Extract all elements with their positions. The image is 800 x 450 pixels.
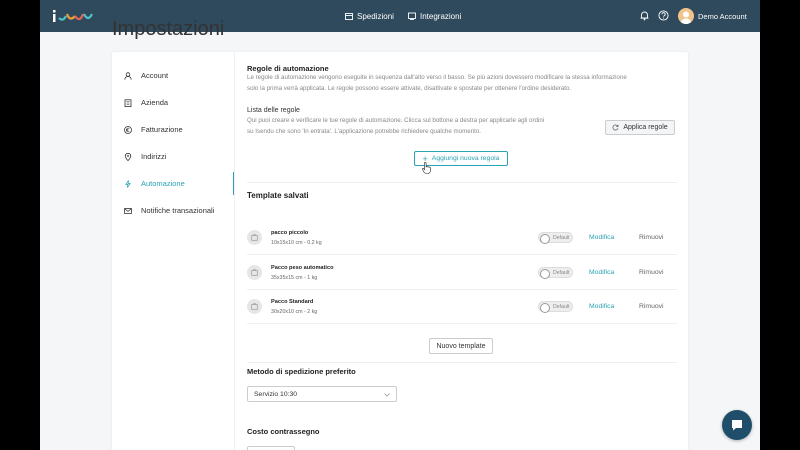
location-pin-icon <box>124 152 132 161</box>
remove-template-link[interactable]: Rimuovi <box>639 269 664 276</box>
mail-icon <box>124 207 132 214</box>
sidebar-item-automazione[interactable]: Automazione <box>112 170 234 197</box>
template-name: Pacco Standard <box>271 299 314 305</box>
bell-icon[interactable] <box>639 10 650 21</box>
section-divider <box>247 182 677 183</box>
edit-template-link[interactable]: Modifica <box>589 269 614 276</box>
user-icon <box>124 71 132 80</box>
settings-sidebar: Account Azienda Fatturazione Indirizzi A… <box>112 62 234 224</box>
apply-rules-label: Applica regole <box>623 124 668 131</box>
rules-list-title: Lista delle regole <box>247 107 300 114</box>
nav-integrazioni-label: Integrazioni <box>420 11 462 21</box>
isendu-logo[interactable] <box>52 8 96 24</box>
remove-template-link[interactable]: Rimuovi <box>639 234 664 241</box>
sidebar-divider <box>234 52 235 450</box>
template-row: Pacco peso automatico 35x35x15 cm - 1 kg… <box>247 256 677 290</box>
shipping-method-select[interactable]: Servizio 10:30 <box>247 386 397 402</box>
template-dimensions: 10x15x10 cm - 0.2 kg <box>271 240 322 246</box>
page-title: Impostazioni <box>112 18 225 40</box>
default-toggle[interactable]: Default <box>538 301 573 313</box>
add-rule-label: Aggiungi nuova regola <box>431 155 500 162</box>
sidebar-item-label: Fatturazione <box>141 125 183 134</box>
default-toggle-label: Default <box>553 303 570 310</box>
apply-rules-button[interactable]: Applica regole <box>605 120 675 135</box>
remove-template-link[interactable]: Rimuovi <box>639 303 664 310</box>
account-name[interactable]: Demo Account <box>698 12 747 21</box>
automation-description: Le regole di automazione vengono eseguit… <box>247 74 627 92</box>
sidebar-item-label: Azienda <box>141 98 169 107</box>
app-window: Spedizioni Integrazioni Demo Account Imp… <box>40 0 760 450</box>
sidebar-item-fatturazione[interactable]: Fatturazione <box>112 116 234 143</box>
default-toggle-label: Default <box>553 234 570 241</box>
sidebar-item-label: Automazione <box>141 179 185 188</box>
sidebar-item-label: Indirizzi <box>141 152 167 161</box>
nav-spedizioni[interactable]: Spedizioni <box>345 0 394 32</box>
nav-integrazioni[interactable]: Integrazioni <box>408 0 461 32</box>
nav-spedizioni-label: Spedizioni <box>357 11 394 21</box>
building-icon <box>124 98 132 107</box>
default-toggle[interactable]: Default <box>538 267 573 279</box>
sidebar-item-label: Account <box>141 71 169 80</box>
box-icon <box>345 13 353 20</box>
default-toggle-label: Default <box>553 269 570 276</box>
template-dimensions: 30x20x10 cm - 2 kg <box>271 309 318 315</box>
help-icon[interactable] <box>658 10 669 21</box>
cod-cost-input[interactable] <box>247 446 295 450</box>
integrations-icon <box>408 12 416 20</box>
template-row: pacco piccolo 10x15x10 cm - 0.2 kg Defau… <box>247 221 677 255</box>
template-name: pacco piccolo <box>271 230 309 236</box>
hand-cursor-icon <box>422 162 431 174</box>
cod-cost-title: Costo contrassegno <box>247 427 320 436</box>
lightning-icon <box>125 179 131 188</box>
euro-icon <box>124 125 132 134</box>
new-template-button[interactable]: Nuovo template <box>429 338 493 354</box>
chat-bubble-icon <box>732 420 742 431</box>
package-icon <box>247 265 262 280</box>
sidebar-item-azienda[interactable]: Azienda <box>112 89 234 116</box>
section-divider <box>247 362 677 363</box>
sidebar-item-notifiche[interactable]: Notifiche transazionali <box>112 197 234 224</box>
shipping-method-title: Metodo di spedizione preferito <box>247 367 356 376</box>
sidebar-item-indirizzi[interactable]: Indirizzi <box>112 143 234 170</box>
package-icon <box>247 230 262 245</box>
chevron-down-icon <box>384 393 390 397</box>
package-icon <box>247 299 262 314</box>
template-dimensions: 35x35x15 cm - 1 kg <box>271 275 318 281</box>
settings-card: Account Azienda Fatturazione Indirizzi A… <box>112 52 688 450</box>
rules-list-description: Qui puoi creare e verificare le tue rego… <box>247 117 545 135</box>
template-row: Pacco Standard 30x20x10 cm - 2 kg Defaul… <box>247 290 677 324</box>
refresh-icon <box>612 124 619 131</box>
default-toggle[interactable]: Default <box>538 232 573 244</box>
templates-title: Template salvati <box>247 191 309 200</box>
sidebar-item-account[interactable]: Account <box>112 62 234 89</box>
chat-button[interactable] <box>722 410 752 440</box>
shipping-method-value: Servizio 10:30 <box>254 390 298 398</box>
sidebar-item-label: Notifiche transazionali <box>141 206 215 215</box>
edit-template-link[interactable]: Modifica <box>589 234 614 241</box>
avatar[interactable] <box>678 8 694 24</box>
user-avatar-icon <box>680 11 692 24</box>
template-name: Pacco peso automatico <box>271 265 334 271</box>
edit-template-link[interactable]: Modifica <box>589 303 614 310</box>
